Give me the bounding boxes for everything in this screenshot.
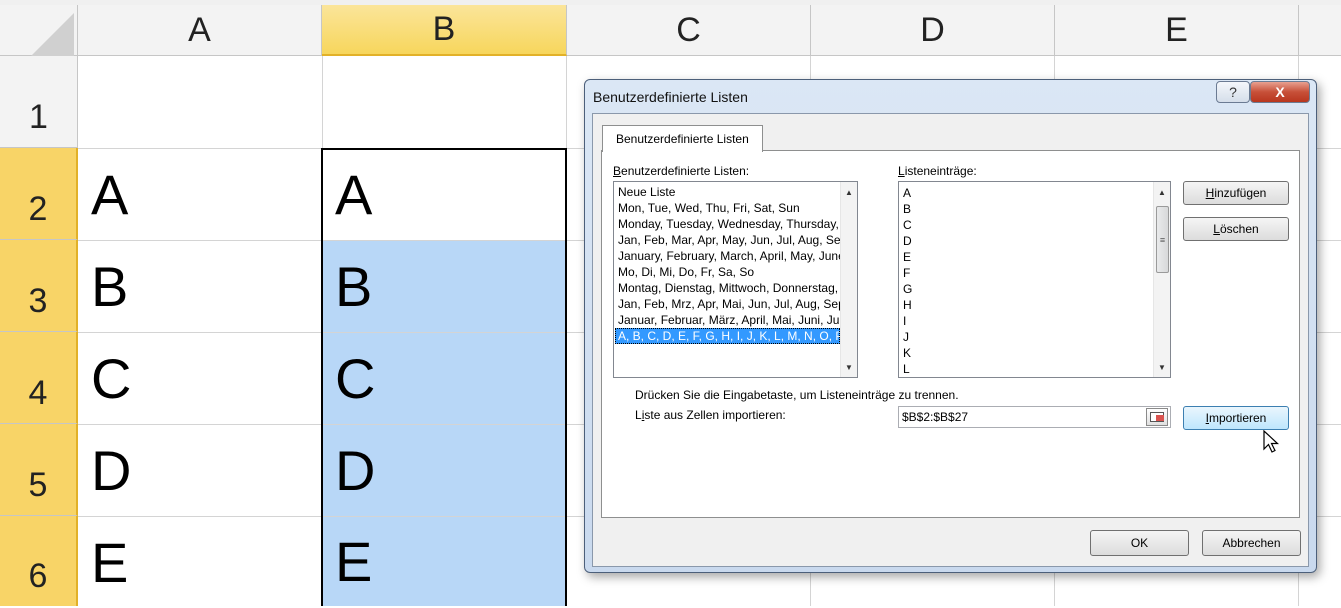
cell-b6[interactable]: E <box>323 517 566 606</box>
column-header-a[interactable]: A <box>78 5 322 56</box>
cell-a4[interactable]: C <box>79 333 321 424</box>
list-item-selected[interactable]: A, B, C, D, E, F, G, H, I, J, K, L, M, N… <box>615 328 840 344</box>
entry-line: E <box>903 250 912 264</box>
row-header-6[interactable]: 6 <box>0 516 78 606</box>
cell-b5[interactable]: D <box>323 425 566 516</box>
mouse-cursor-icon <box>1263 430 1280 453</box>
entry-line: G <box>903 282 913 296</box>
scroll-thumb[interactable]: ≡ <box>1156 206 1169 273</box>
scroll-up-icon[interactable]: ▲ <box>841 184 857 200</box>
list-item[interactable]: Januar, Februar, März, April, Mai, Juni,… <box>615 312 840 328</box>
import-button[interactable]: Importieren <box>1183 406 1289 430</box>
column-header-e[interactable]: E <box>1055 5 1299 56</box>
entry-line: B <box>903 202 912 216</box>
close-icon: X <box>1275 84 1285 100</box>
list-item[interactable]: Jan, Feb, Mrz, Apr, Mai, Jun, Jul, Aug, … <box>615 296 840 312</box>
entry-line: F <box>903 266 911 280</box>
entry-line: L <box>903 362 910 376</box>
range-picker-icon[interactable] <box>1146 408 1168 426</box>
custom-lists-listbox[interactable]: Neue Liste Mon, Tue, Wed, Thu, Fri, Sat,… <box>613 181 858 378</box>
row-header-4[interactable]: 4 <box>0 332 78 424</box>
entry-line: C <box>903 218 912 232</box>
column-header-d[interactable]: D <box>811 5 1055 56</box>
custom-lists-label: Benutzerdefinierte Listen: <box>613 164 750 178</box>
import-label: Liste aus Zellen importieren: <box>635 408 786 422</box>
select-all-icon <box>30 13 74 57</box>
import-range-value: $B$2:$B$27 <box>902 410 969 424</box>
list-item[interactable]: Montag, Dienstag, Mittwoch, Donnerstag, … <box>615 280 840 296</box>
cell-a2[interactable]: A <box>79 149 321 240</box>
column-header-f[interactable] <box>1299 5 1341 56</box>
scroll-down-icon[interactable]: ▼ <box>841 359 857 375</box>
cell-b4[interactable]: C <box>323 333 566 424</box>
column-header-c[interactable]: C <box>567 5 811 56</box>
dialog-body: Benutzerdefinierte Listen Benutzerdefini… <box>592 113 1309 567</box>
cell-a6[interactable]: E <box>79 517 321 608</box>
list-item[interactable]: Neue Liste <box>615 184 840 200</box>
entry-line: D <box>903 234 912 248</box>
list-item[interactable]: Mo, Di, Mi, Do, Fr, Sa, So <box>615 264 840 280</box>
dialog-title: Benutzerdefinierte Listen <box>593 89 748 105</box>
entry-line: K <box>903 346 912 360</box>
row-header-2[interactable]: 2 <box>0 148 78 240</box>
custom-lists-dialog: Benutzerdefinierte Listen ? X Benutzerde… <box>584 79 1317 573</box>
help-icon: ? <box>1229 84 1237 100</box>
entry-line: A <box>903 186 912 200</box>
help-button[interactable]: ? <box>1216 81 1250 103</box>
list-item[interactable]: January, February, March, April, May, Ju… <box>615 248 840 264</box>
cell-a3[interactable]: B <box>79 241 321 332</box>
select-all-corner[interactable] <box>0 5 78 57</box>
tab-custom-lists[interactable]: Benutzerdefinierte Listen <box>602 125 763 152</box>
list-entries-scrollbar[interactable]: ▲ ≡ ▼ <box>1153 182 1170 377</box>
list-item[interactable]: Monday, Tuesday, Wednesday, Thursday, F <box>615 216 840 232</box>
entry-line: H <box>903 298 912 312</box>
row-header-5[interactable]: 5 <box>0 424 78 516</box>
scroll-down-icon[interactable]: ▼ <box>1154 359 1170 375</box>
column-header-b[interactable]: B <box>322 5 567 56</box>
list-item[interactable]: Mon, Tue, Wed, Thu, Fri, Sat, Sun <box>615 200 840 216</box>
delete-button[interactable]: Löschen <box>1183 217 1289 241</box>
cancel-button[interactable]: Abbrechen <box>1202 530 1301 556</box>
cell-b3[interactable]: B <box>323 241 566 332</box>
ok-button[interactable]: OK <box>1090 530 1189 556</box>
gridline <box>566 56 567 606</box>
cell-a5[interactable]: D <box>79 425 321 516</box>
hint-text: Drücken Sie die Eingabetaste, um Listene… <box>635 388 959 402</box>
close-button[interactable]: X <box>1250 81 1310 103</box>
row-header-3[interactable]: 3 <box>0 240 78 332</box>
list-item[interactable]: Jan, Feb, Mar, Apr, May, Jun, Jul, Aug, … <box>615 232 840 248</box>
custom-lists-scrollbar[interactable]: ▲ ▼ <box>840 182 857 377</box>
add-button[interactable]: Hinzufügen <box>1183 181 1289 205</box>
list-entries-label: Listeneinträge: <box>898 164 977 178</box>
list-entries-textarea[interactable]: A B C D E F G H I J K L ▲ ≡ ▼ <box>898 181 1171 378</box>
entry-line: J <box>903 330 909 344</box>
row-header-1[interactable]: 1 <box>0 56 78 148</box>
cell-b2[interactable]: A <box>323 149 566 240</box>
import-range-input[interactable]: $B$2:$B$27 <box>898 406 1171 428</box>
scroll-up-icon[interactable]: ▲ <box>1154 184 1170 200</box>
entry-line: I <box>903 314 907 328</box>
